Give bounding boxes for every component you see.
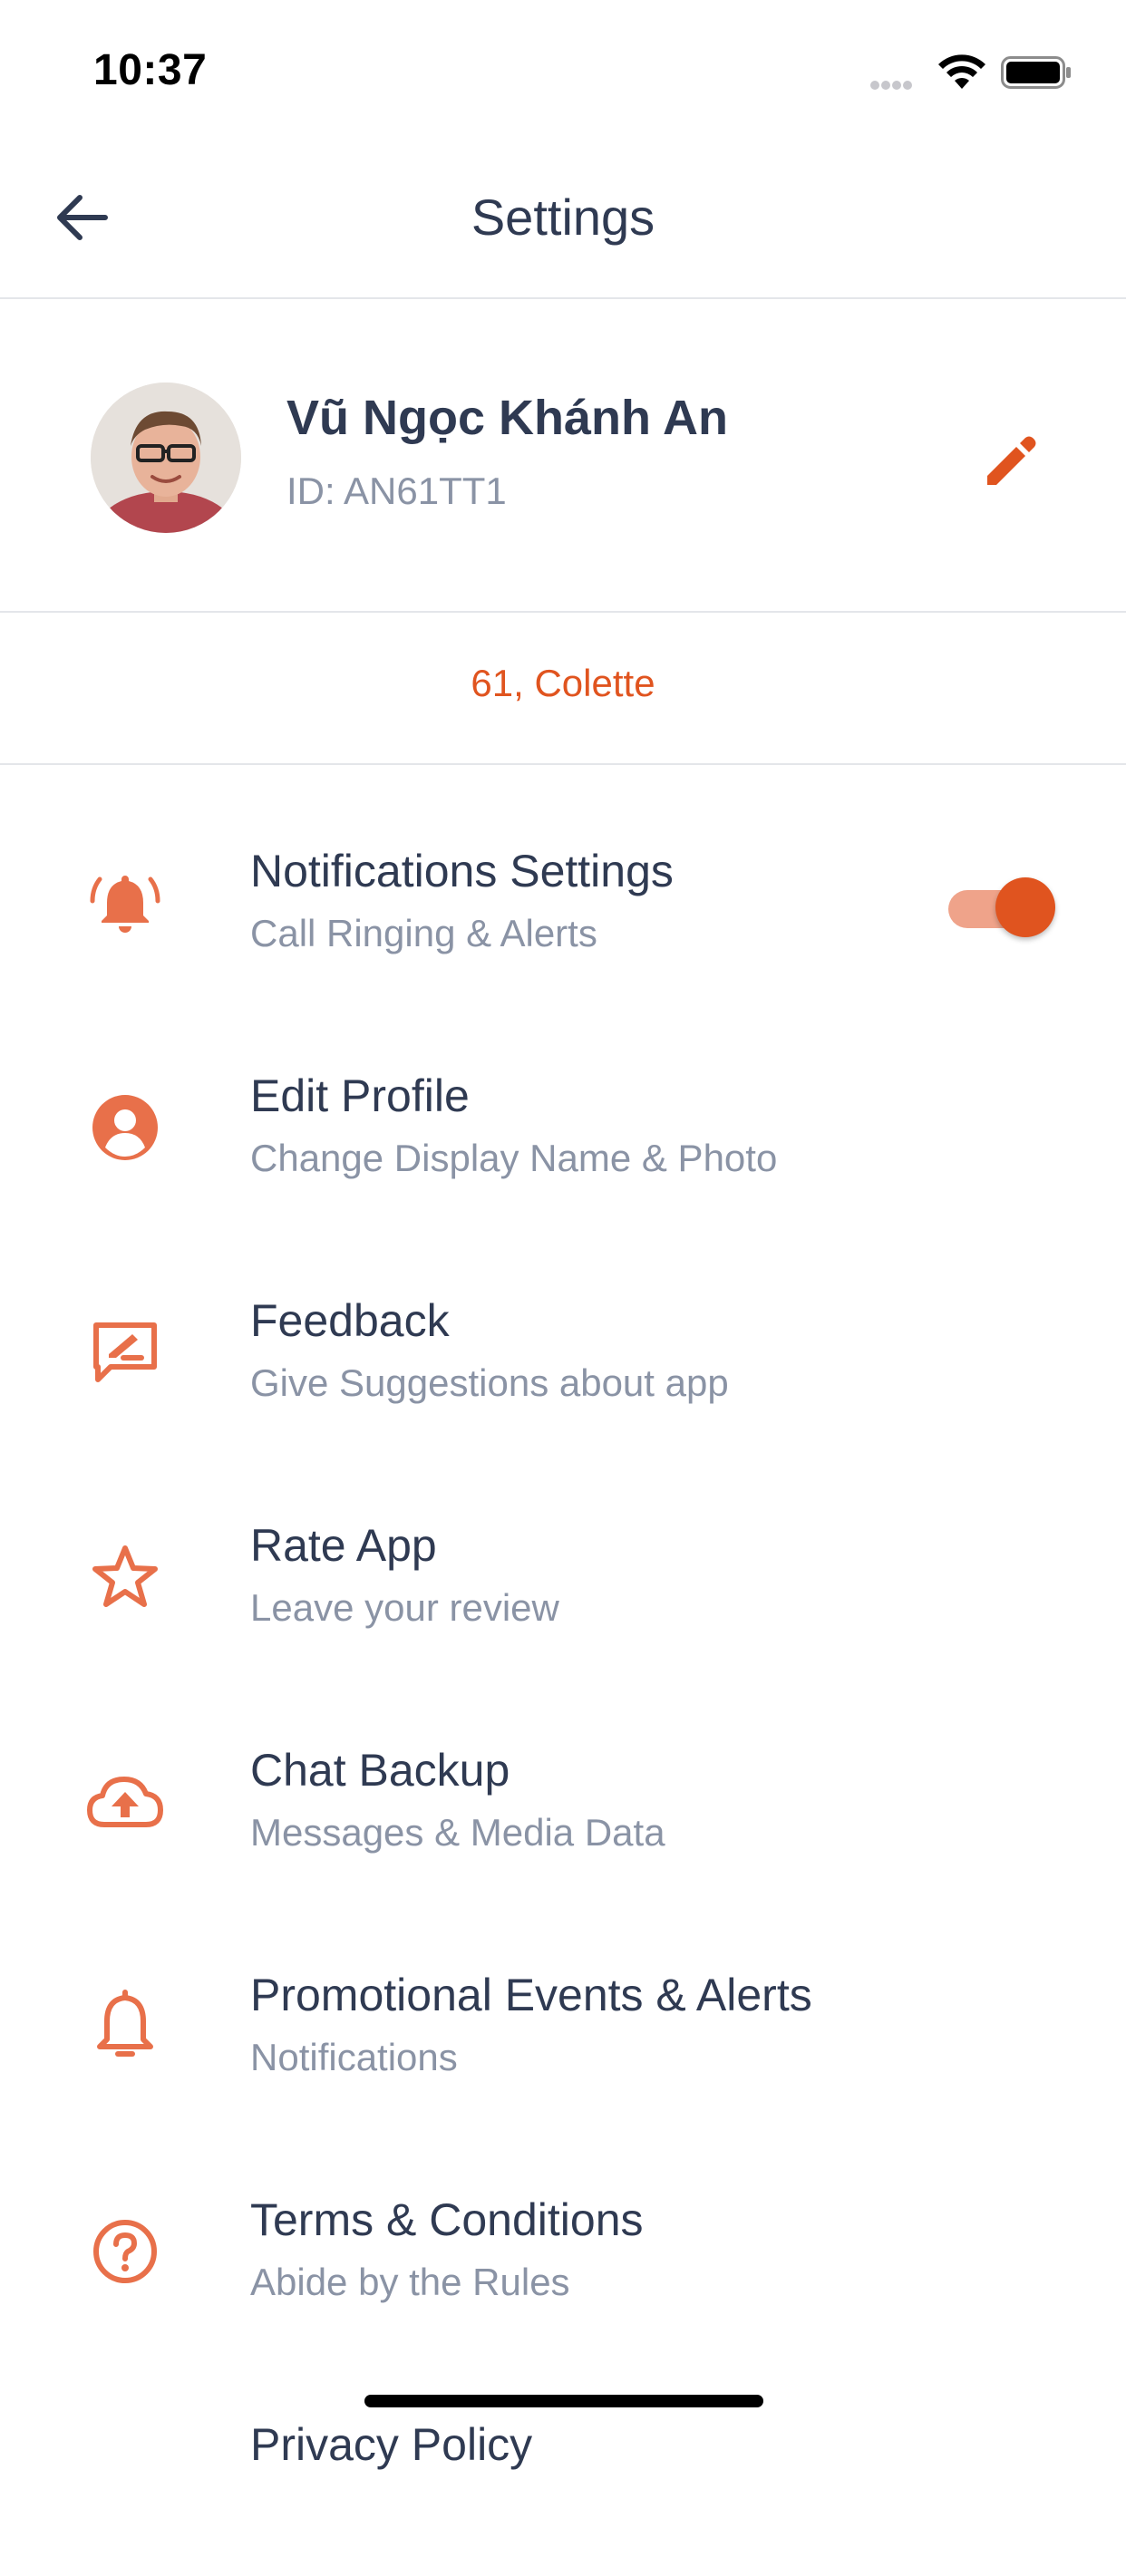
cellular-signal-icon <box>870 78 923 90</box>
menu-item-title: Edit Profile <box>250 1070 470 1121</box>
profile-id: ID: AN61TT1 <box>286 470 507 512</box>
battery-icon <box>1001 56 1072 89</box>
menu-item-chat-backup[interactable]: Chat Backup Messages & Media Data <box>0 1720 1126 1902</box>
menu-item-title: Chat Backup <box>250 1745 510 1796</box>
menu-item-feedback[interactable]: Feedback Give Suggestions about app <box>0 1271 1126 1452</box>
menu-item-subtitle: Messages & Media Data <box>250 1811 665 1854</box>
location-text[interactable]: 61, Colette <box>0 662 1126 705</box>
avatar[interactable] <box>91 383 241 533</box>
feedback-icon <box>80 1307 170 1398</box>
status-time: 10:37 <box>93 46 208 94</box>
menu-item-edit-profile[interactable]: Edit Profile Change Display Name & Photo <box>0 1046 1126 1227</box>
menu-item-title: Notifications Settings <box>250 846 674 896</box>
wifi-icon <box>936 53 988 91</box>
menu-item-privacy-policy[interactable]: Privacy Policy <box>0 2395 1126 2576</box>
menu-item-promotional-events[interactable]: Promotional Events & Alerts Notification… <box>0 1945 1126 2126</box>
menu-item-subtitle: Give Suggestions about app <box>250 1361 729 1404</box>
menu-item-title: Terms & Conditions <box>250 2194 644 2245</box>
home-indicator <box>364 2395 763 2407</box>
pencil-icon <box>987 436 1036 485</box>
profile-divider <box>0 611 1126 613</box>
menu-item-subtitle: Leave your review <box>250 1586 559 1629</box>
profile-name: Vũ Ngọc Khánh An <box>286 391 728 445</box>
menu-item-title: Promotional Events & Alerts <box>250 1970 812 2020</box>
edit-profile-button[interactable] <box>970 421 1052 502</box>
menu-item-subtitle: Abide by the Rules <box>250 2261 570 2303</box>
page-title: Settings <box>471 189 655 246</box>
menu-item-subtitle: Call Ringing & Alerts <box>250 912 597 954</box>
menu-item-subtitle: Change Display Name & Photo <box>250 1137 778 1179</box>
notifications-toggle[interactable] <box>948 877 1055 939</box>
menu-item-subtitle: Notifications <box>250 2036 458 2078</box>
menu-item-rate-app[interactable]: Rate App Leave your review <box>0 1496 1126 1677</box>
menu-item-title: Privacy Policy <box>250 2419 533 2470</box>
cloud-upload-icon <box>80 1757 170 1847</box>
bell-icon <box>80 1981 170 2072</box>
star-icon <box>80 1532 170 1622</box>
header-divider <box>0 297 1126 299</box>
menu-item-terms-conditions[interactable]: Terms & Conditions Abide by the Rules <box>0 2170 1126 2351</box>
menu-item-title: Feedback <box>250 1295 450 1346</box>
location-divider <box>0 763 1126 765</box>
user-circle-icon <box>80 1082 170 1173</box>
bell-ringing-icon <box>80 857 170 948</box>
help-circle-icon <box>80 2206 170 2297</box>
menu-item-title: Rate App <box>250 1520 437 1571</box>
menu-item-notifications-settings[interactable]: Notifications Settings Call Ringing & Al… <box>0 821 1126 1002</box>
